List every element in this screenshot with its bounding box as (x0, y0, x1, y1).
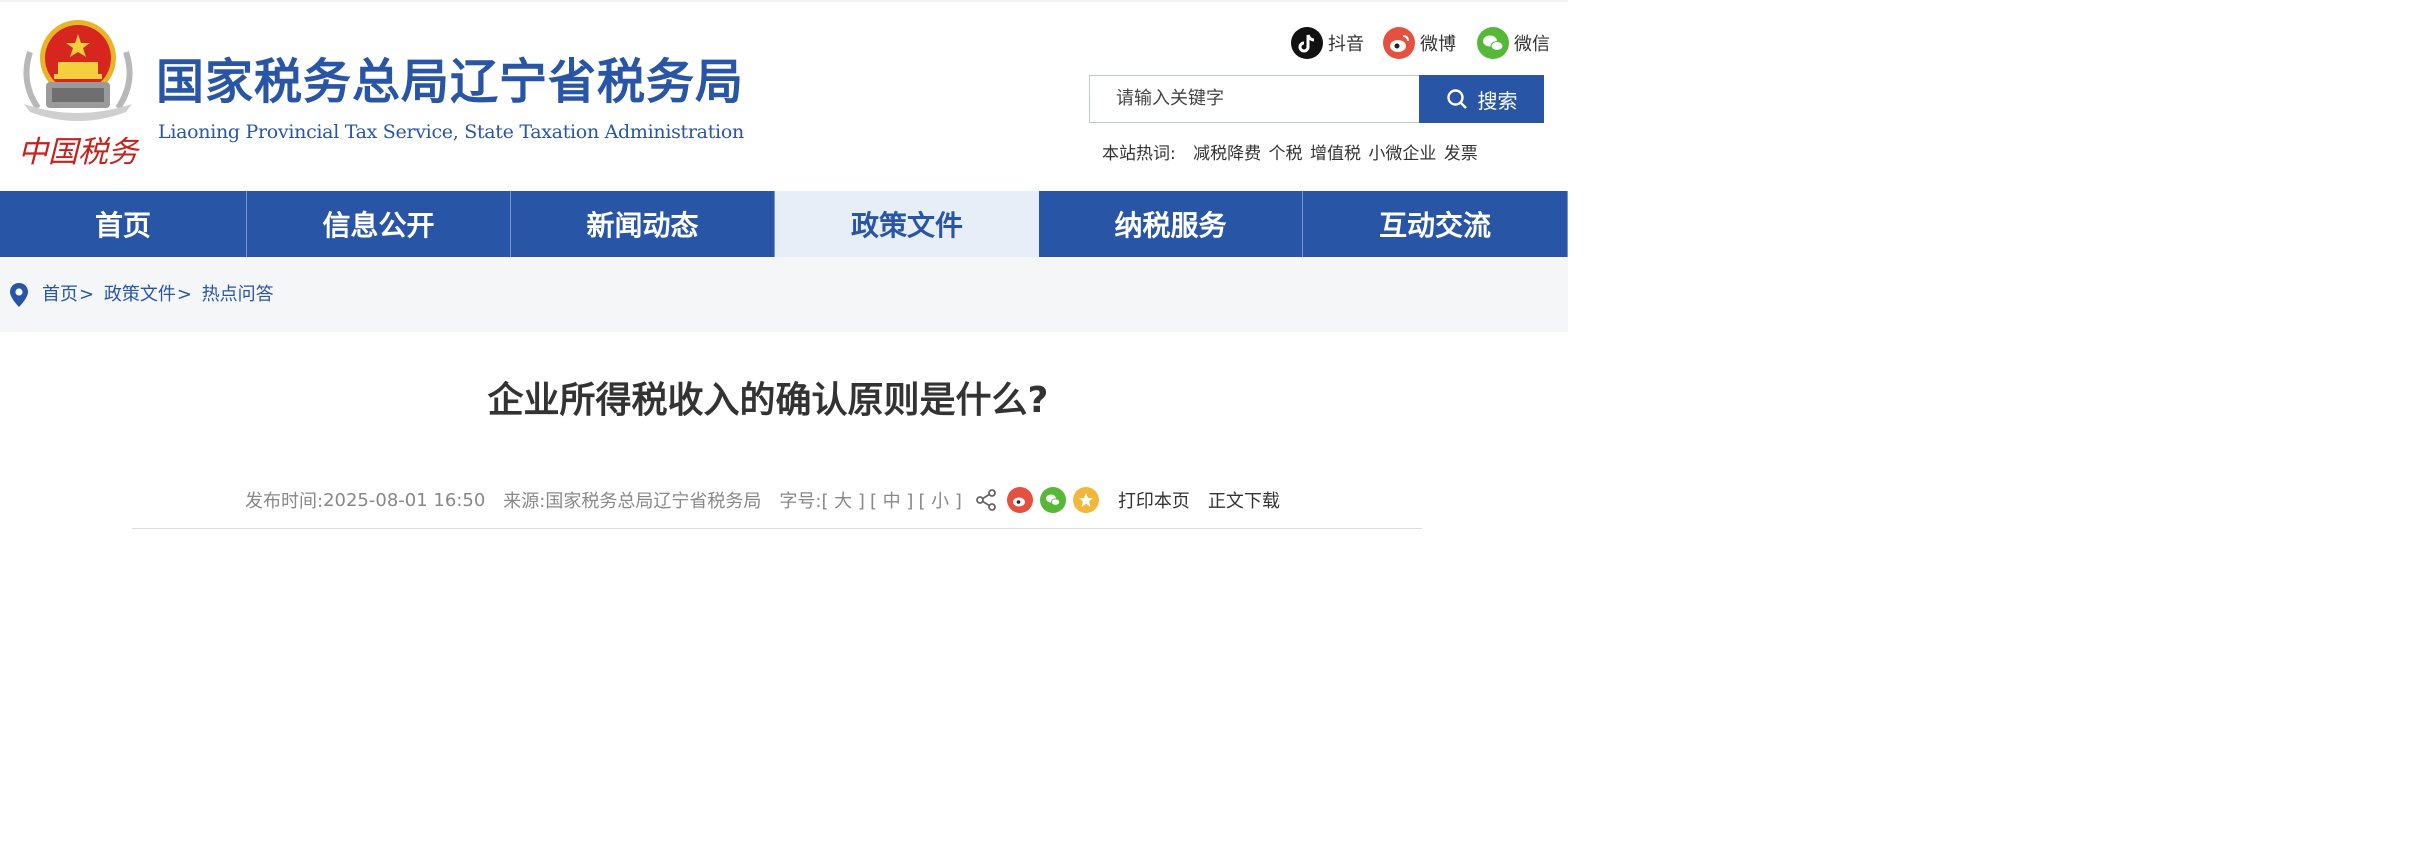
hot-word[interactable]: 减税降费 (1193, 144, 1261, 164)
breadcrumb-separator: > (79, 284, 95, 305)
wechat-label: 微信 (1514, 34, 1550, 55)
hot-word[interactable]: 小微企业 (1368, 144, 1436, 164)
wechat-icon (1477, 27, 1509, 59)
site-header: 中国税务 国家税务总局辽宁省税务局 Liaoning Provincial Ta… (0, 0, 1568, 191)
hot-word[interactable]: 增值税 (1310, 144, 1361, 164)
download-text-button[interactable]: 正文下载 (1208, 487, 1280, 513)
hot-words: 本站热词: 减税降费 个税 增值税 小微企业 发票 (1102, 142, 1480, 166)
weibo-link[interactable]: 微博 (1383, 26, 1456, 60)
print-page-button[interactable]: 打印本页 (1118, 487, 1190, 513)
share-icon[interactable] (975, 489, 997, 511)
wechat-link[interactable]: 微信 (1477, 26, 1550, 60)
search-button-label: 搜索 (1477, 88, 1518, 113)
search-input[interactable]: 请输入关键字 (1089, 75, 1420, 123)
breadcrumb-current[interactable]: 热点问答 (202, 284, 274, 305)
font-size-small-button[interactable]: [ 小 ] (918, 487, 962, 513)
nav-item-info-disclosure[interactable]: 信息公开 (247, 191, 511, 257)
douyin-label: 抖音 (1328, 34, 1364, 55)
font-size-label: 字号: (779, 491, 822, 512)
nav-item-interaction[interactable]: 互动交流 (1303, 191, 1568, 257)
article-title: 企业所得税收入的确认原则是什么? (487, 380, 1049, 421)
douyin-icon (1291, 27, 1323, 59)
breadcrumb: 首页> 政策文件> 热点问答 (42, 283, 274, 307)
douyin-link[interactable]: 抖音 (1291, 26, 1364, 60)
breadcrumb-policy[interactable]: 政策文件 (104, 284, 176, 305)
article-meta: 发布时间: 2025-08-01 16:50 来源: 国家税务总局辽宁省税务局 … (245, 484, 1286, 516)
search-button[interactable]: 搜索 (1419, 75, 1544, 123)
share-wechat-icon[interactable] (1039, 487, 1066, 513)
font-size-large-button[interactable]: [ 大 ] (821, 487, 865, 513)
svg-text:中国税务: 中国税务 (18, 135, 140, 170)
hot-words-label: 本站热词: (1102, 144, 1176, 164)
share-favorite-icon[interactable] (1072, 487, 1099, 513)
national-emblem-logo[interactable]: 中国税务 (16, 12, 140, 172)
hot-word[interactable]: 个税 (1269, 144, 1303, 164)
meta-divider (132, 528, 1422, 529)
source-value: 国家税务总局辽宁省税务局 (545, 491, 762, 512)
weibo-label: 微博 (1420, 34, 1456, 55)
breadcrumb-separator: > (176, 284, 192, 305)
publish-label: 发布时间: (245, 491, 324, 512)
site-title: 国家税务总局辽宁省税务局 (156, 54, 745, 110)
weibo-icon (1383, 27, 1415, 59)
breadcrumb-home[interactable]: 首页 (42, 284, 78, 305)
nav-item-tax-service[interactable]: 纳税服务 (1039, 191, 1303, 257)
main-nav: 首页 信息公开 新闻动态 政策文件 纳税服务 互动交流 (0, 191, 1568, 257)
font-size-medium-button[interactable]: [ 中 ] (870, 487, 914, 513)
publish-time: 2025-08-01 16:50 (323, 489, 486, 511)
share-weibo-icon[interactable] (1006, 487, 1033, 513)
nav-item-policy[interactable]: 政策文件 (775, 191, 1039, 257)
hot-word[interactable]: 发票 (1444, 144, 1478, 164)
breadcrumb-bar: 首页> 政策文件> 热点问答 (0, 257, 1568, 332)
nav-item-news[interactable]: 新闻动态 (511, 191, 775, 257)
source-label: 来源: (503, 491, 546, 512)
location-pin-icon (10, 283, 28, 307)
nav-item-home[interactable]: 首页 (0, 191, 247, 257)
search-icon (1446, 89, 1467, 109)
site-subtitle-en: Liaoning Provincial Tax Service, State T… (158, 121, 744, 143)
